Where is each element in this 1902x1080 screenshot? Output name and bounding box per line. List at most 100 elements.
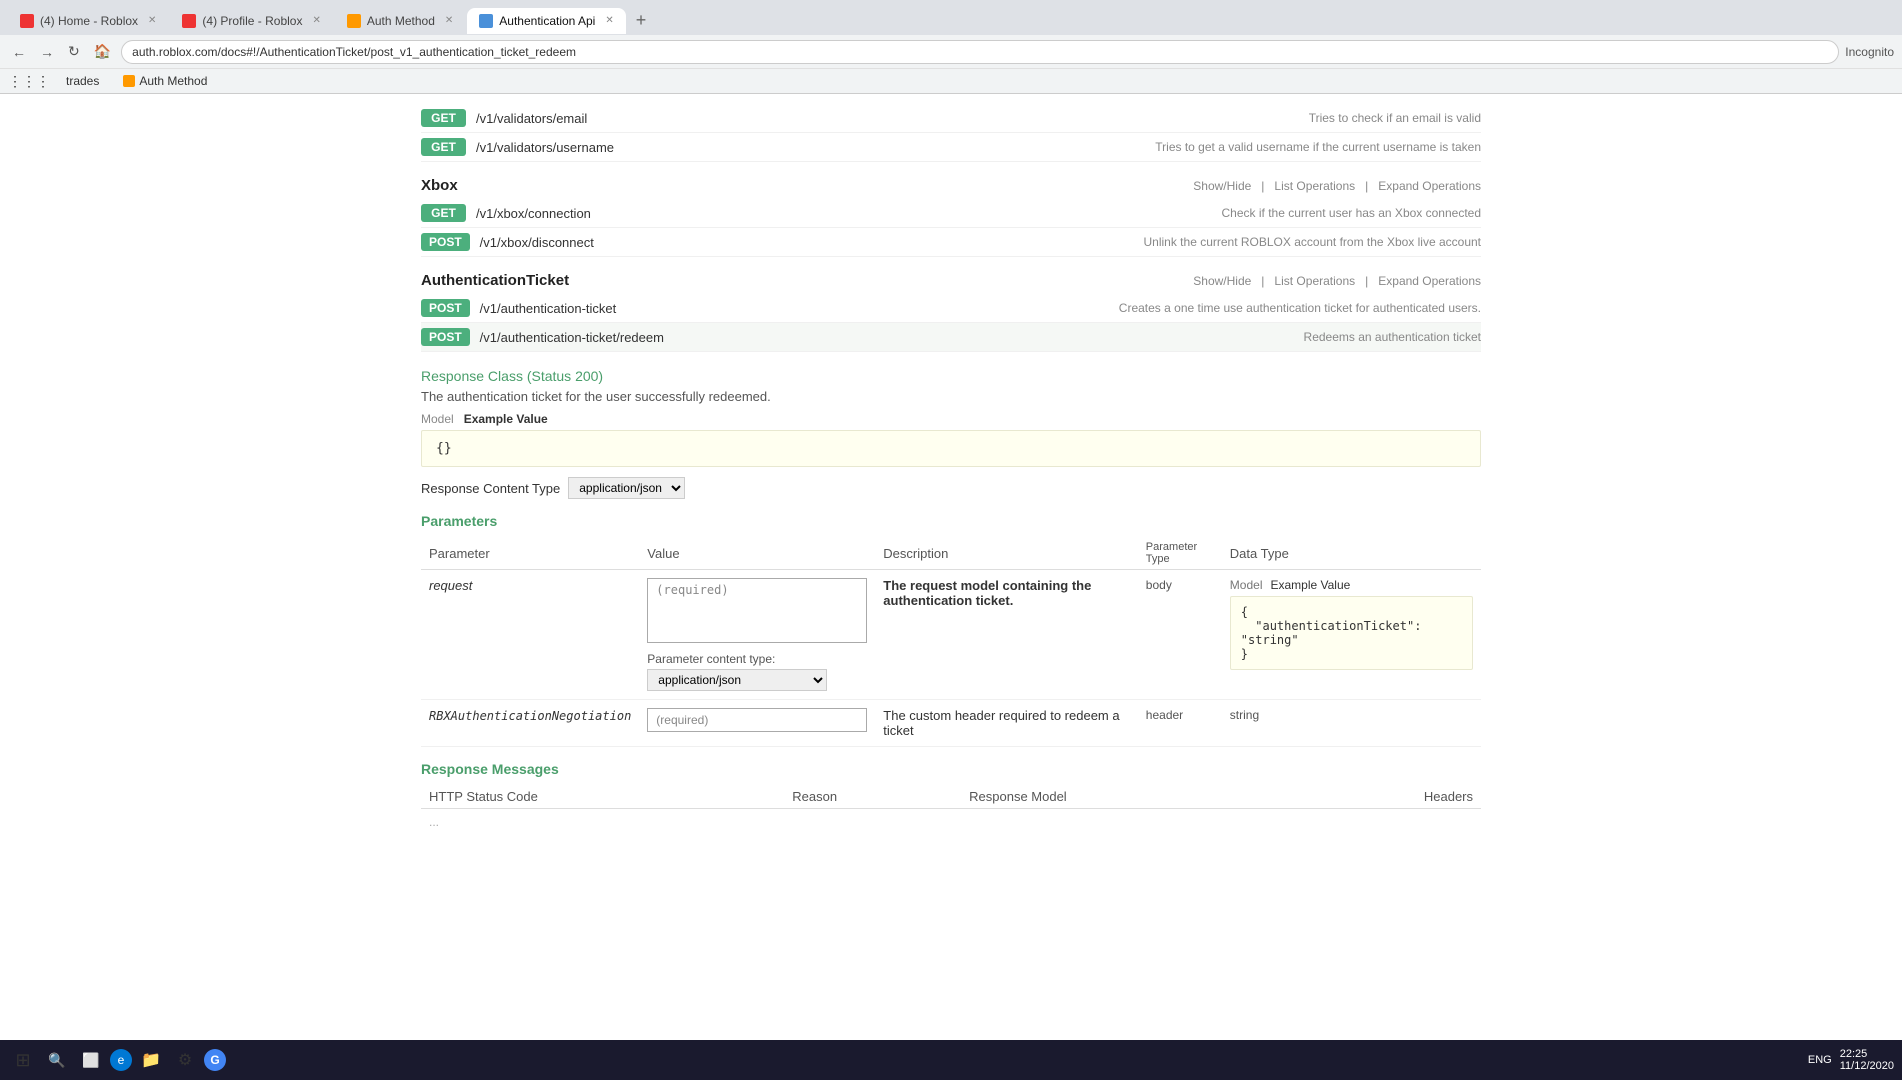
tab-close-home[interactable]: ✕ xyxy=(148,15,156,26)
auth-pipe2: | xyxy=(1365,274,1368,288)
tab-close-auth-api[interactable]: ✕ xyxy=(605,15,613,26)
col-data-type: Data Type xyxy=(1222,537,1481,570)
incognito-label: Incognito xyxy=(1845,45,1894,59)
xbox-disc-path[interactable]: /v1/xbox/disconnect xyxy=(480,235,680,250)
tab-close-profile[interactable]: ✕ xyxy=(312,15,320,26)
endpoint-auth-ticket-post: POST /v1/authentication-ticket Creates a… xyxy=(421,294,1481,323)
auth-list-ops[interactable]: List Operations xyxy=(1274,274,1355,288)
auth-ticket-title: AuthenticationTicket xyxy=(421,272,569,289)
param-desc-request: The request model containing the authent… xyxy=(883,578,1091,608)
bookmark-auth-method[interactable]: Auth Method xyxy=(115,72,215,90)
auth-pipe1: | xyxy=(1261,274,1264,288)
tab-favicon-auth-api xyxy=(479,14,493,28)
param-content-type-select[interactable]: application/json xyxy=(647,669,827,691)
param-model-tab[interactable]: Model xyxy=(1230,578,1263,592)
xbox-expand-ops[interactable]: Expand Operations xyxy=(1378,179,1481,193)
xbox-conn-path[interactable]: /v1/xbox/connection xyxy=(476,206,676,221)
tab-auth-method[interactable]: Auth Method ✕ xyxy=(335,8,465,34)
auth-ticket-path[interactable]: /v1/authentication-ticket xyxy=(480,301,680,316)
xbox-show-hide[interactable]: Show/Hide xyxy=(1193,179,1251,193)
address-bar: ← → ↻ 🏠 Incognito xyxy=(0,35,1902,68)
param-value-rbx-auth[interactable] xyxy=(647,708,867,732)
param-data-type-rbx-auth: string xyxy=(1222,700,1481,747)
tab-label-auth-method: Auth Method xyxy=(367,14,435,28)
forward-button[interactable]: → xyxy=(36,40,58,64)
response-messages-table: HTTP Status Code Reason Response Model H… xyxy=(421,785,1481,835)
response-messages-empty: ... xyxy=(421,809,1481,836)
col-reason: Reason xyxy=(784,785,961,809)
xbox-section-actions: Show/Hide | List Operations | Expand Ope… xyxy=(1193,179,1481,193)
endpoint-xbox-disconnect: POST /v1/xbox/disconnect Unlink the curr… xyxy=(421,228,1481,257)
username-path[interactable]: /v1/validators/username xyxy=(476,140,676,155)
taskbar-task-view[interactable]: ⬜ xyxy=(76,1045,106,1075)
endpoint-auth-redeem-post: POST /v1/authentication-ticket/redeem Re… xyxy=(421,323,1481,352)
refresh-button[interactable]: ↻ xyxy=(64,39,84,64)
username-desc: Tries to get a valid username if the cur… xyxy=(1155,140,1481,154)
auth-expand-ops[interactable]: Expand Operations xyxy=(1378,274,1481,288)
col-parameter: Parameter xyxy=(421,537,639,570)
response-code-block: {} xyxy=(421,430,1481,467)
xbox-list-ops[interactable]: List Operations xyxy=(1274,179,1355,193)
get-badge-email: GET xyxy=(421,109,466,127)
param-row-request: request (required) Parameter content typ… xyxy=(421,570,1481,700)
post-badge-xbox-disc: POST xyxy=(421,233,470,251)
auth-show-hide[interactable]: Show/Hide xyxy=(1193,274,1251,288)
address-input[interactable] xyxy=(121,40,1839,64)
email-path[interactable]: /v1/validators/email xyxy=(476,111,676,126)
tab-close-auth-method[interactable]: ✕ xyxy=(445,15,453,26)
bookmark-auth-label: Auth Method xyxy=(139,74,207,88)
bookmark-auth-icon xyxy=(123,75,135,87)
response-content-type-label: Response Content Type xyxy=(421,481,560,496)
response-messages-title: Response Messages xyxy=(421,761,1481,777)
taskbar-date: 11/12/2020 xyxy=(1840,1060,1894,1072)
auth-ticket-desc: Creates a one time use authentication ti… xyxy=(1119,301,1481,315)
xbox-disc-desc: Unlink the current ROBLOX account from t… xyxy=(1144,235,1482,249)
xbox-title: Xbox xyxy=(421,177,458,194)
response-content-type-select[interactable]: application/json text/xml xyxy=(568,477,685,499)
bookmark-trades-label: trades xyxy=(66,74,99,88)
param-name-rbx-auth: RBXAuthenticationNegotiation xyxy=(429,709,631,723)
col-headers: Headers xyxy=(1291,785,1481,809)
taskbar-edge[interactable]: e xyxy=(110,1049,132,1071)
taskbar-search[interactable]: 🔍 xyxy=(42,1045,72,1075)
endpoint-xbox-connection: GET /v1/xbox/connection Check if the cur… xyxy=(421,199,1481,228)
col-description: Description xyxy=(875,537,1138,570)
response-class-title: Response Class (Status 200) xyxy=(421,368,1481,384)
param-row-rbx-auth: RBXAuthenticationNegotiation The custom … xyxy=(421,700,1481,747)
taskbar-file-explorer[interactable]: 📁 xyxy=(136,1045,166,1075)
response-class-desc: The authentication ticket for the user s… xyxy=(421,389,1481,404)
tab-bar: (4) Home - Roblox ✕ (4) Profile - Roblox… xyxy=(0,0,1902,35)
param-example-tab[interactable]: Example Value xyxy=(1270,578,1350,592)
param-data-type-code: { "authenticationTicket": "string"} xyxy=(1230,596,1473,670)
response-model-tabs: Model Example Value xyxy=(421,412,1481,426)
taskbar-start[interactable]: ⊞ xyxy=(8,1045,38,1075)
get-badge-xbox-conn: GET xyxy=(421,204,466,222)
page-content: GET /v1/validators/email Tries to check … xyxy=(401,94,1501,1019)
parameters-title: Parameters xyxy=(421,513,1481,529)
get-badge-username: GET xyxy=(421,138,466,156)
taskbar-time: 22:25 xyxy=(1840,1048,1894,1060)
tab-profile[interactable]: (4) Profile - Roblox ✕ xyxy=(170,8,332,34)
new-tab-button[interactable]: + xyxy=(628,6,655,35)
back-button[interactable]: ← xyxy=(8,40,30,64)
tab-favicon-home xyxy=(20,14,34,28)
response-content-type-row: Response Content Type application/json t… xyxy=(421,477,1481,499)
bookmark-bar: ⋮⋮⋮ trades Auth Method xyxy=(0,68,1902,93)
tab-auth-api[interactable]: Authentication Api ✕ xyxy=(467,8,625,34)
email-desc: Tries to check if an email is valid xyxy=(1309,111,1481,125)
xbox-pipe1: | xyxy=(1261,179,1264,193)
response-example-tab[interactable]: Example Value xyxy=(464,412,548,426)
param-type-request: body xyxy=(1138,570,1222,700)
auth-redeem-path[interactable]: /v1/authentication-ticket/redeem xyxy=(480,330,680,345)
taskbar-settings[interactable]: ⚙ xyxy=(170,1045,200,1075)
taskbar-chrome[interactable]: G xyxy=(204,1049,226,1071)
taskbar-clock: 22:25 11/12/2020 xyxy=(1840,1048,1894,1072)
home-button[interactable]: 🏠 xyxy=(90,39,115,64)
response-model-label[interactable]: Model xyxy=(421,412,454,426)
param-value-request[interactable]: (required) xyxy=(647,578,867,643)
taskbar-right: ENG 22:25 11/12/2020 xyxy=(1808,1048,1894,1072)
tab-home[interactable]: (4) Home - Roblox ✕ xyxy=(8,8,168,34)
bookmark-trades[interactable]: trades xyxy=(58,72,107,90)
xbox-conn-desc: Check if the current user has an Xbox co… xyxy=(1222,206,1481,220)
parameters-table: Parameter Value Description Parameter Ty… xyxy=(421,537,1481,747)
